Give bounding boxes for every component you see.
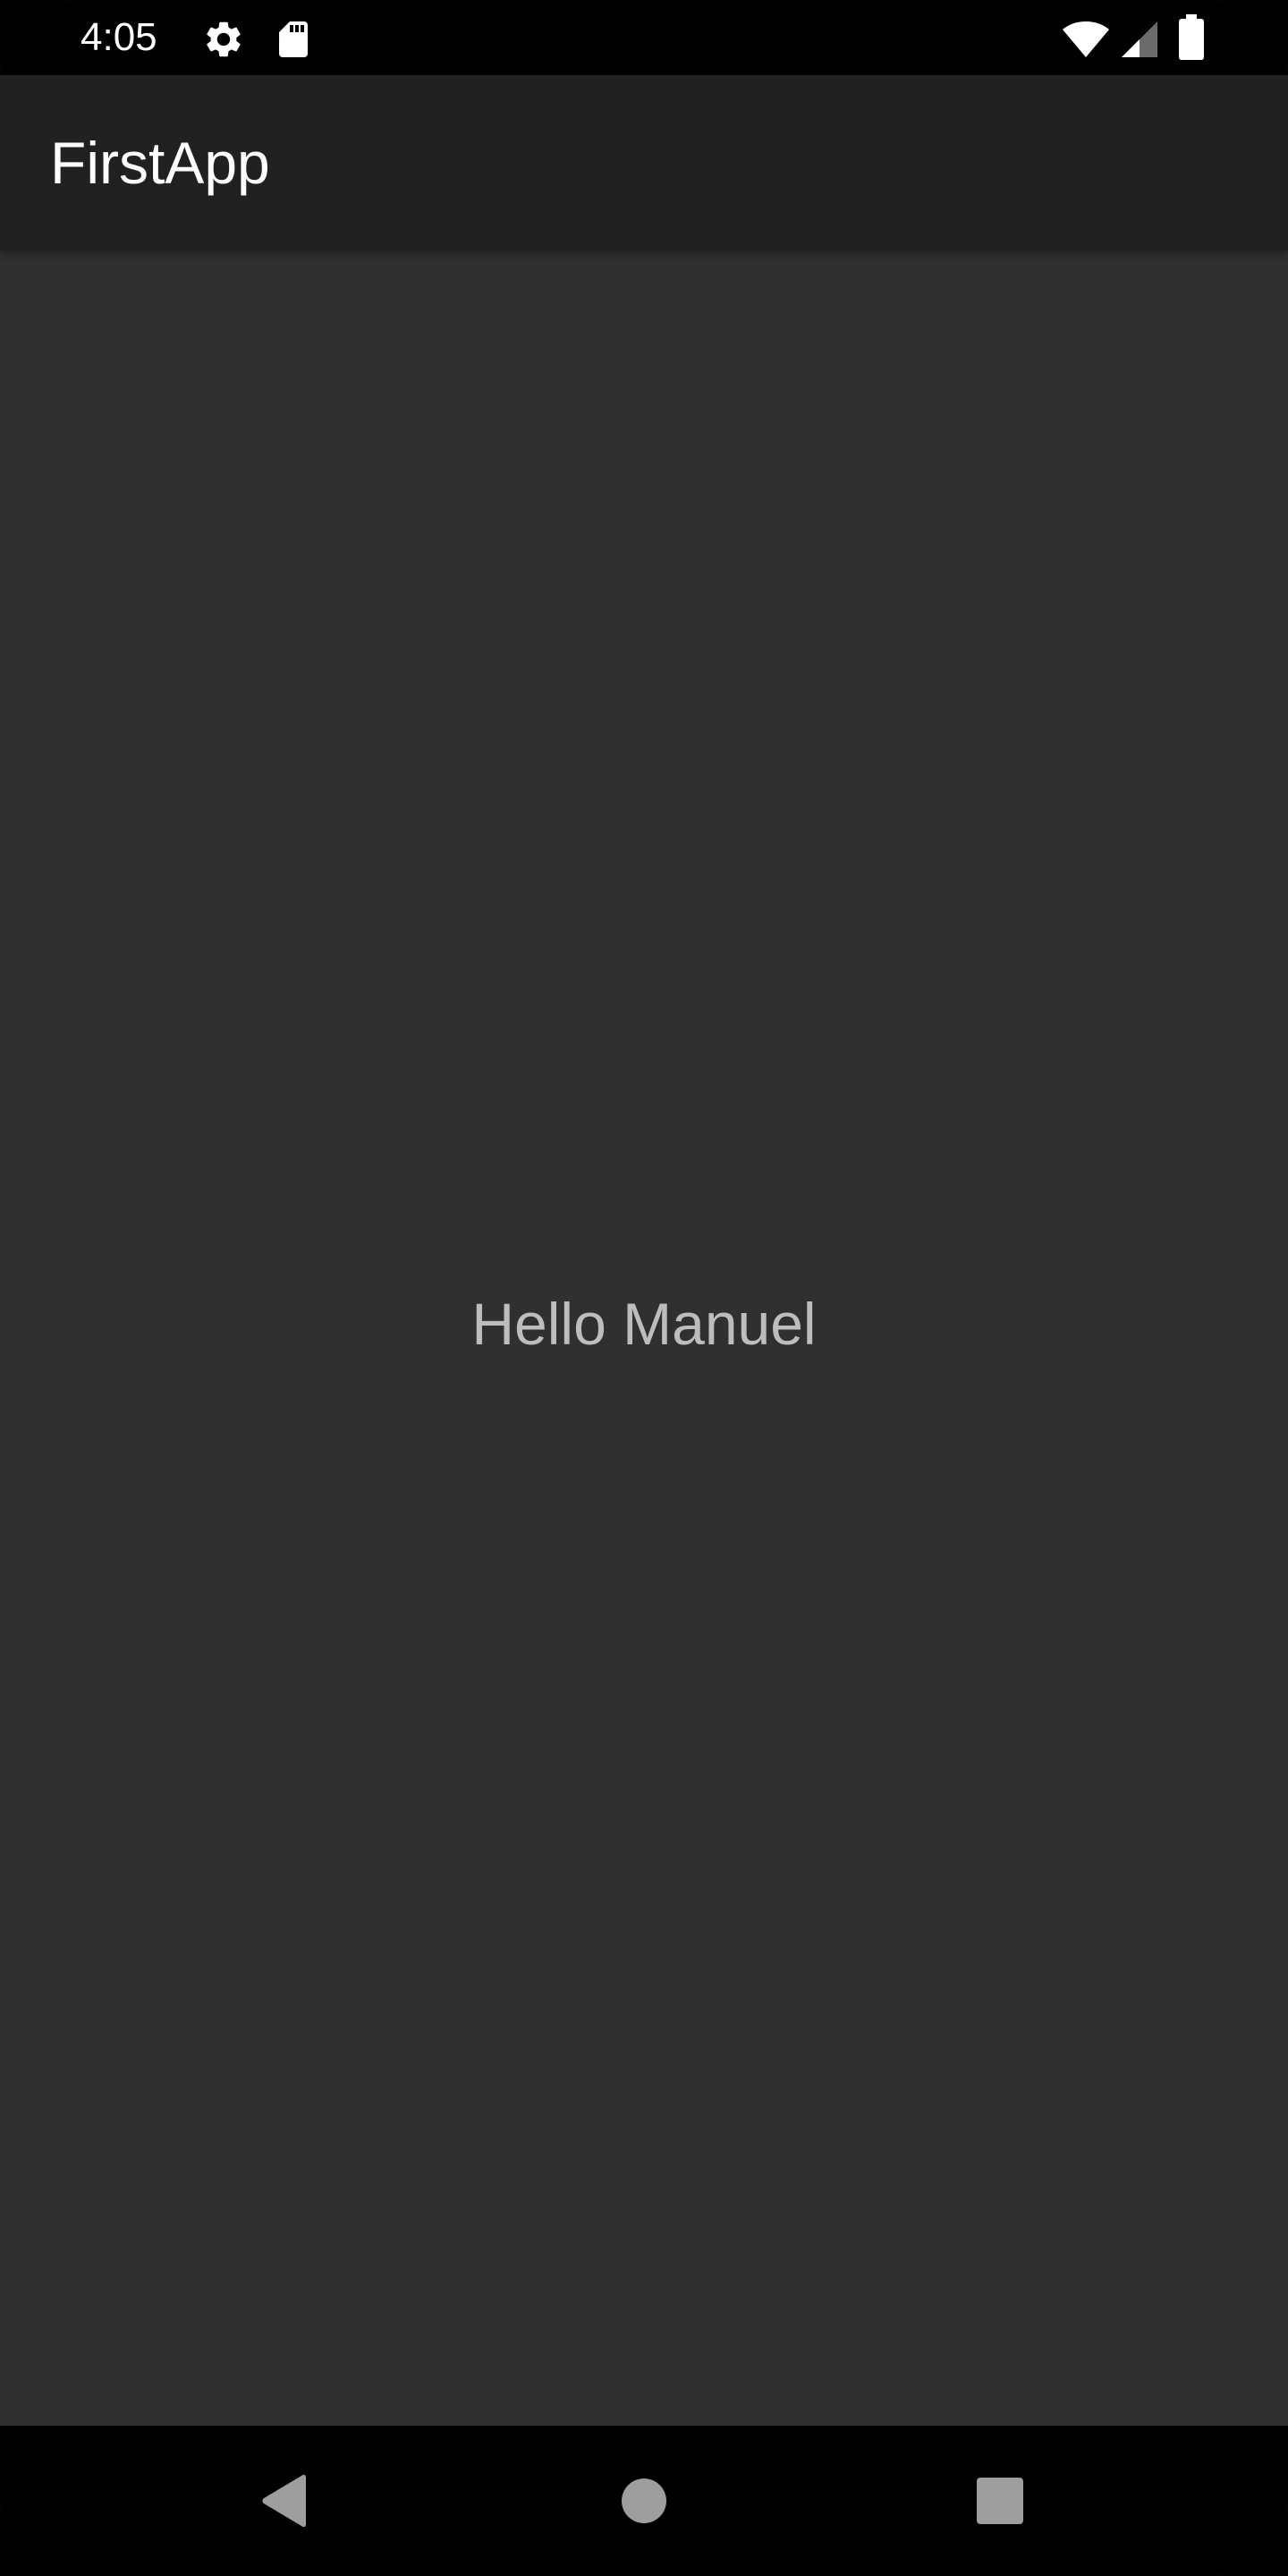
recents-icon	[977, 2478, 1023, 2524]
cell-signal-icon	[1122, 21, 1157, 57]
app-bar: FirstApp	[0, 75, 1288, 250]
status-bar: 4:05	[0, 0, 1288, 75]
main-content: Hello Manuel	[0, 250, 1288, 2426]
navigation-bar	[0, 2426, 1288, 2576]
recents-button[interactable]	[928, 2426, 1072, 2576]
home-icon	[622, 2479, 666, 2523]
sd-card-icon	[279, 21, 308, 57]
greeting-text: Hello Manuel	[471, 1291, 817, 1357]
settings-icon	[207, 21, 241, 57]
wifi-icon	[1063, 21, 1109, 57]
home-button[interactable]	[572, 2426, 716, 2576]
status-time: 4:05	[80, 15, 157, 59]
phone-screen: 4:05 FirstApp Hello Manuel	[0, 0, 1288, 2576]
battery-icon	[1179, 14, 1204, 60]
app-title: FirstApp	[50, 130, 270, 196]
back-button[interactable]	[213, 2426, 356, 2576]
back-icon	[262, 2474, 306, 2528]
